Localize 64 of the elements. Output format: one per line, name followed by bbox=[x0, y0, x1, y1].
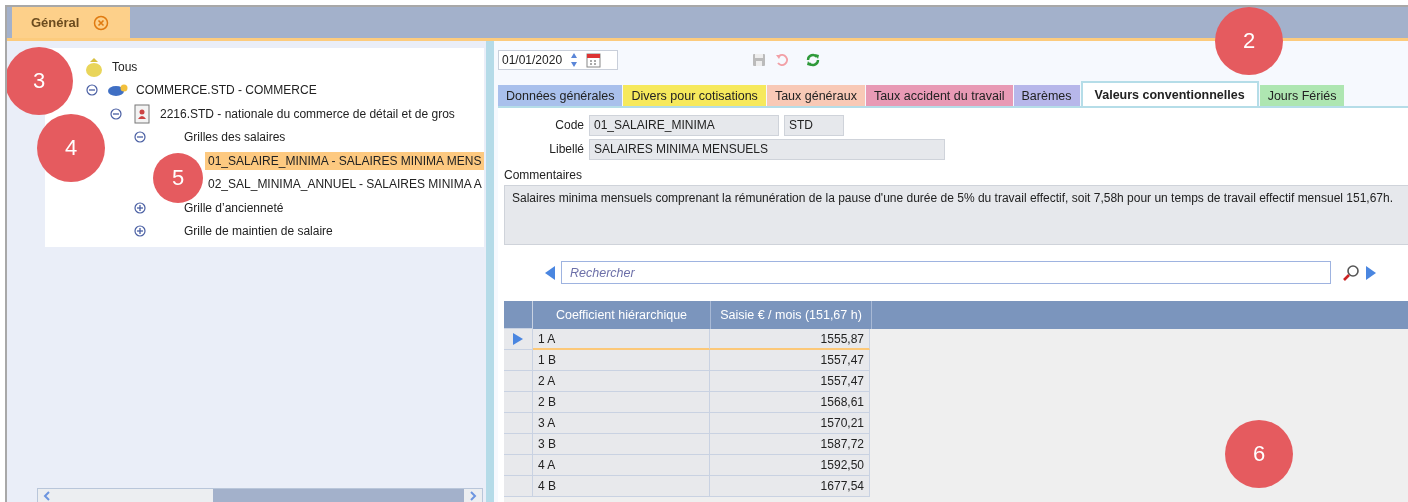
collapse-icon[interactable] bbox=[134, 131, 146, 144]
section-tab[interactable]: Données générales bbox=[498, 85, 623, 106]
table-cell: 1677,54 bbox=[710, 476, 870, 497]
undo-icon[interactable] bbox=[775, 53, 789, 67]
table-cell: 1587,72 bbox=[710, 434, 870, 455]
tree-item[interactable]: 01_SALAIRE_MINIMA - SALAIRES MINIMA MENS bbox=[205, 151, 484, 170]
table-cell: 1568,61 bbox=[710, 392, 870, 413]
close-icon[interactable] bbox=[93, 14, 110, 31]
table-cell: 2 B bbox=[533, 392, 710, 413]
table-cell: 3 A bbox=[533, 413, 710, 434]
spinner-icon[interactable] bbox=[570, 52, 579, 68]
row-header[interactable] bbox=[504, 329, 533, 350]
tree-item[interactable]: 02_SAL_MINIMA_ANNUEL - SALAIRES MINIMA A bbox=[205, 177, 484, 192]
field-label: Commentaires bbox=[504, 168, 584, 182]
section-tab[interactable]: Taux généraux bbox=[766, 85, 865, 106]
table-cell: 3 B bbox=[533, 434, 710, 455]
table-cell: 1 A bbox=[533, 329, 710, 350]
table-cell: 1555,87 bbox=[710, 329, 870, 350]
section-tab[interactable]: Jours Fériés bbox=[1259, 85, 1345, 106]
money-bag-icon bbox=[85, 56, 103, 77]
save-icon[interactable] bbox=[752, 53, 766, 67]
table-cell: 1557,47 bbox=[710, 371, 870, 392]
tree-item[interactable]: Grilles des salaires bbox=[181, 130, 289, 145]
collapse-icon[interactable] bbox=[86, 84, 98, 97]
tree-item[interactable]: Tous bbox=[109, 59, 141, 74]
scroll-right-icon[interactable] bbox=[468, 490, 478, 502]
label-field[interactable]: SALAIRES MINIMA MENSUELS bbox=[589, 138, 945, 160]
previous-icon[interactable] bbox=[544, 264, 556, 281]
tree-item[interactable]: COMMERCE.STD - COMMERCE bbox=[133, 83, 320, 98]
next-icon[interactable] bbox=[1365, 264, 1377, 281]
date-field[interactable]: 01/01/2020 bbox=[498, 50, 618, 70]
table-cell: 1570,21 bbox=[710, 413, 870, 434]
table-cell: 1 B bbox=[533, 350, 710, 371]
field-label: Libellé bbox=[548, 142, 584, 156]
table-cell: 1592,50 bbox=[710, 455, 870, 476]
pie-icon bbox=[107, 83, 129, 98]
tree-item[interactable]: 2216.STD - nationale du commerce de détail et de gros bbox=[157, 106, 458, 121]
refresh-icon[interactable] bbox=[805, 52, 821, 68]
current-row-icon bbox=[512, 332, 524, 346]
table-cell: 4 A bbox=[533, 455, 710, 476]
section-tab[interactable]: Taux accident du travail bbox=[865, 85, 1013, 106]
section-tab[interactable]: Barèmes bbox=[1013, 85, 1080, 106]
section-tab[interactable]: Valeurs conventionnelles bbox=[1080, 81, 1259, 106]
search-field[interactable]: Rechercher bbox=[561, 261, 1331, 284]
table-cell: 2 A bbox=[533, 371, 710, 392]
horizontal-scrollbar[interactable] bbox=[37, 488, 483, 502]
document-person-icon bbox=[134, 103, 150, 124]
section-tab[interactable]: Divers pour cotisations bbox=[623, 85, 766, 106]
table-cell: 4 B bbox=[533, 476, 710, 497]
table-cell: 1557,47 bbox=[710, 350, 870, 371]
code-suffix-field[interactable]: STD bbox=[784, 114, 844, 136]
tree-item[interactable]: Grille d’ancienneté bbox=[181, 200, 287, 215]
tree-item[interactable]: Grille de maintien de salaire bbox=[181, 224, 336, 239]
code-field[interactable]: 01_SALAIRE_MINIMA bbox=[589, 114, 779, 136]
expand-icon[interactable] bbox=[134, 201, 146, 214]
document-tab[interactable]: Général bbox=[12, 7, 130, 38]
search-icon[interactable] bbox=[1342, 263, 1360, 282]
calendar-icon[interactable] bbox=[586, 52, 602, 68]
expand-icon[interactable] bbox=[134, 225, 146, 238]
collapse-icon[interactable] bbox=[110, 107, 122, 120]
scroll-left-icon[interactable] bbox=[42, 490, 52, 502]
scroll-thumb[interactable] bbox=[213, 489, 464, 502]
comments-field[interactable]: Salaires minima mensuels comprenant la rémunération de la pause d'une durée de 5% du travail effectif, soit 7,58h pour un temps de travail effectif mensuel 151,67h. bbox=[504, 185, 1408, 245]
field-label: Code bbox=[554, 118, 584, 132]
